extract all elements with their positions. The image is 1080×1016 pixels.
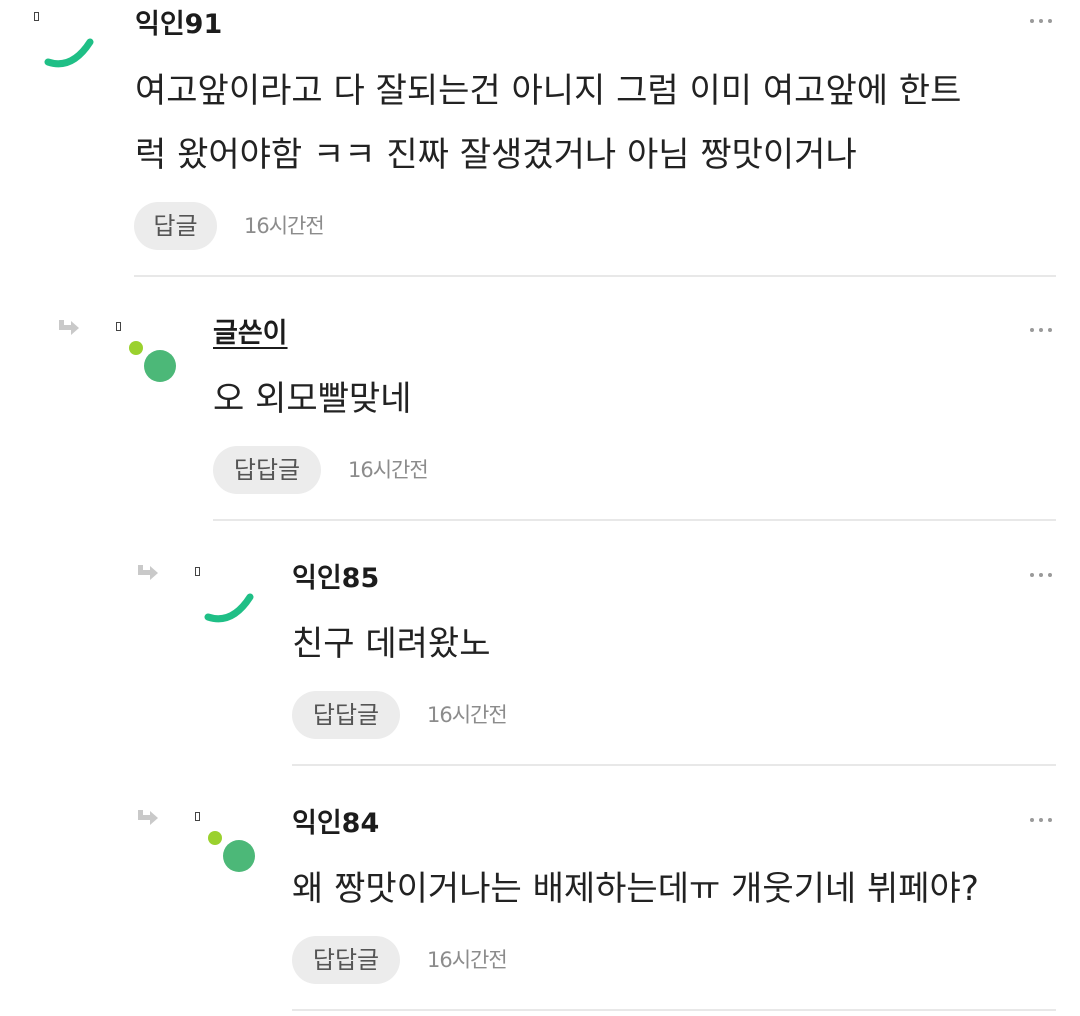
reply-arrow-icon (59, 320, 79, 335)
reply-arrow-icon (138, 810, 158, 825)
comment-timestamp: 16시간전 (427, 703, 508, 727)
comment-divider (213, 519, 1056, 521)
comment-divider (134, 275, 1056, 277)
reply-button[interactable]: 답답글 (292, 936, 400, 984)
reply-arrow-icon (138, 565, 158, 580)
reply-item: 익인84 왜 짱맛이거나는 배제하는데ㅠ 개웃기네 뷔페야? 답답글 16시간전 (0, 790, 1080, 1014)
comment-text-line-1: 친구 데려왔노 (292, 624, 491, 664)
reply-item: 글쓴이 오 외모빨맞네 답답글 16시간전 (0, 300, 1080, 524)
more-options-icon[interactable] (1030, 815, 1052, 825)
comment-divider (292, 764, 1056, 766)
comment-item: 익인91 여고앞이라고 다 잘되는건 아니지 그럼 이미 여고앞에 한트 럭 왔… (0, 0, 1080, 280)
more-options-icon[interactable] (1030, 16, 1052, 26)
checkbox-icon[interactable] (116, 322, 121, 331)
comment-username[interactable]: 익인91 (135, 8, 222, 42)
comment-username[interactable]: 익인85 (292, 562, 379, 596)
more-options-icon[interactable] (1030, 570, 1052, 580)
more-options-icon[interactable] (1030, 325, 1052, 335)
reply-button[interactable]: 답글 (134, 202, 217, 250)
reply-item: 익인85 친구 데려왔노 답답글 16시간전 (0, 545, 1080, 769)
comment-timestamp: 16시간전 (348, 458, 429, 482)
green-dot-avatar-icon (208, 831, 255, 872)
comment-timestamp: 16시간전 (427, 948, 508, 972)
comment-text-line-2: 럭 왔어야함 ㅋㅋ 진짜 잘생겼거나 아님 짱맛이거나 (135, 135, 857, 175)
comment-text-line-1: 왜 짱맛이거나는 배제하는데ㅠ 개웃기네 뷔페야? (292, 869, 979, 909)
reply-button[interactable]: 답답글 (292, 691, 400, 739)
comment-username[interactable]: 글쓴이 (213, 317, 288, 351)
green-arc-avatar-icon (204, 593, 254, 623)
reply-button[interactable]: 답답글 (213, 446, 321, 494)
comment-timestamp: 16시간전 (244, 214, 325, 238)
green-arc-avatar-icon (44, 38, 94, 68)
comment-username[interactable]: 익인84 (292, 807, 379, 841)
checkbox-icon[interactable] (195, 812, 200, 821)
checkbox-icon[interactable] (195, 567, 200, 576)
comment-divider (292, 1009, 1056, 1011)
comment-text-line-1: 오 외모빨맞네 (213, 379, 412, 419)
comment-text-line-1: 여고앞이라고 다 잘되는건 아니지 그럼 이미 여고앞에 한트 (135, 71, 962, 111)
green-dot-avatar-icon (129, 341, 176, 382)
checkbox-icon[interactable] (34, 12, 39, 21)
